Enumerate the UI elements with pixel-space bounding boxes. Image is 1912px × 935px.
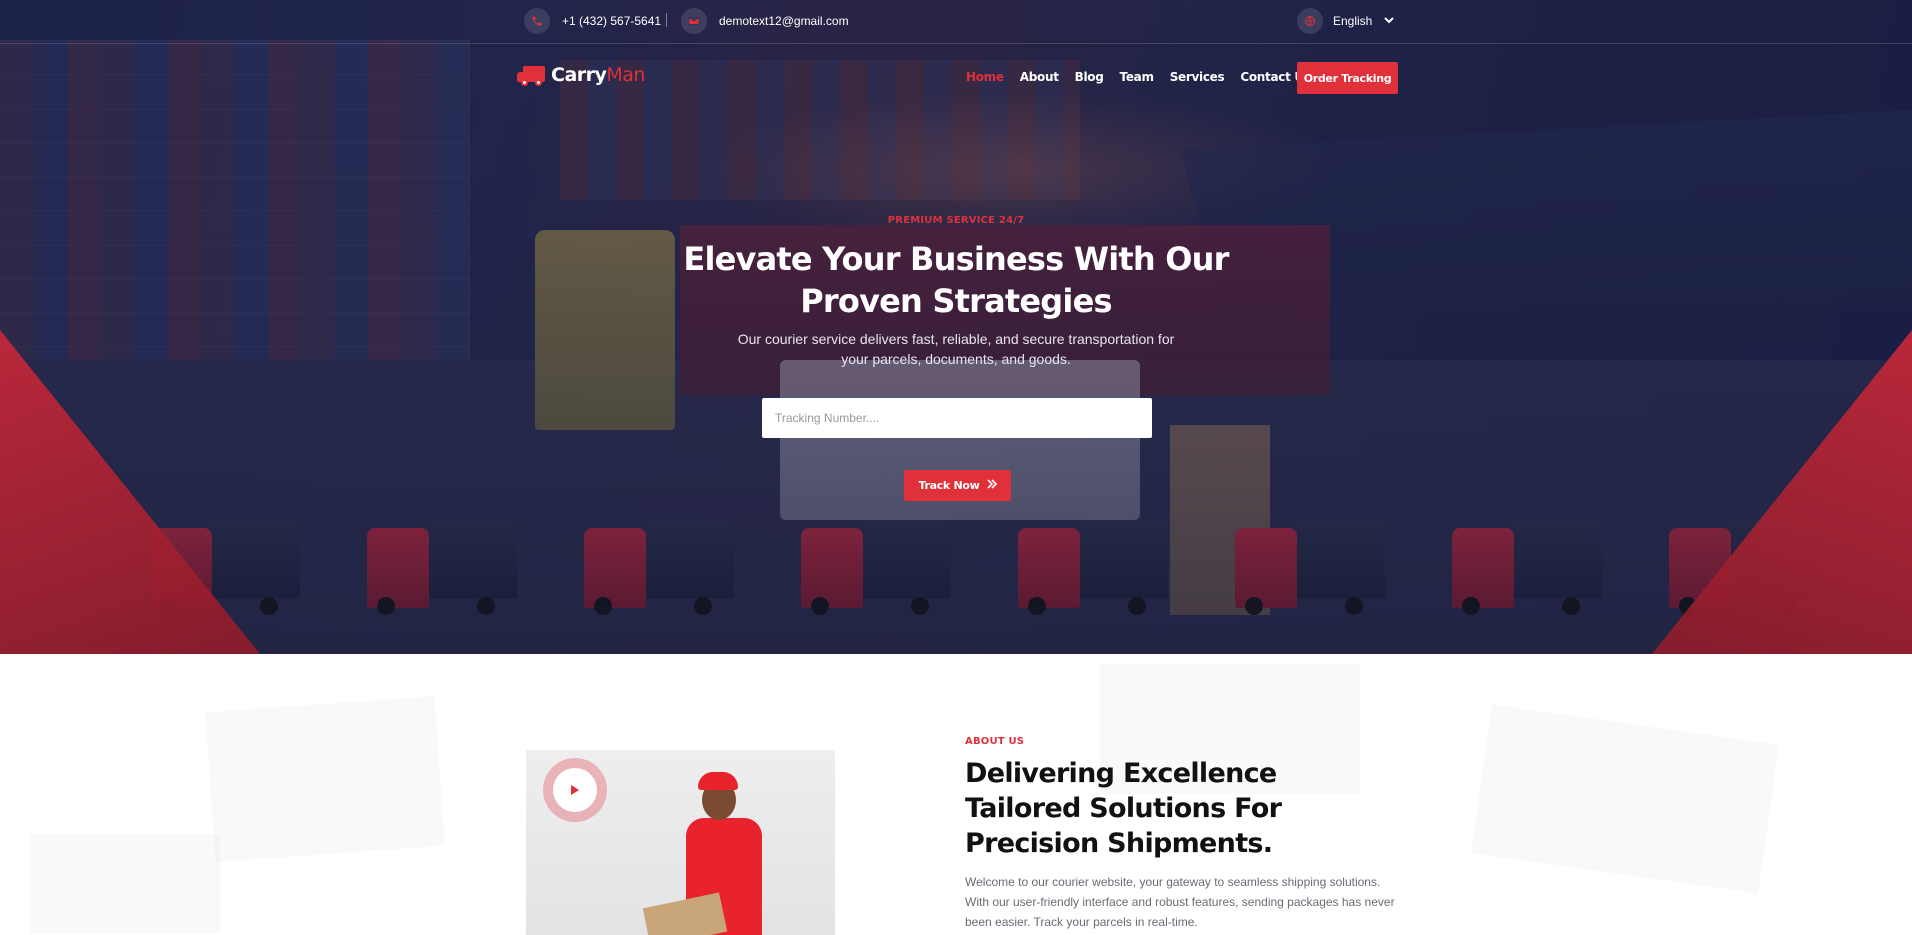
about-section bbox=[0, 654, 1912, 935]
contact-divider bbox=[666, 13, 667, 27]
email-contact[interactable]: demotext12@gmail.com bbox=[681, 8, 849, 34]
nav-about[interactable]: About bbox=[1020, 70, 1059, 84]
about-eyebrow: ABOUT US bbox=[965, 736, 1025, 747]
about-title: Delivering Excellence Tailored Solutions… bbox=[965, 758, 1282, 859]
hero-description: Our courier service delivers fast, relia… bbox=[737, 331, 1175, 367]
hero-eyebrow: PREMIUM SERVICE 24/7 bbox=[887, 215, 1025, 226]
about-description: Welcome to our courier website, your gat… bbox=[965, 875, 1395, 929]
courier-image bbox=[526, 750, 835, 935]
background-ghost-box bbox=[1471, 705, 1779, 894]
hero-dark-overlay bbox=[0, 0, 1912, 654]
site-logo[interactable]: CarryMan bbox=[517, 64, 645, 86]
nav-team[interactable]: Team bbox=[1120, 70, 1154, 84]
envelope-icon bbox=[681, 8, 707, 34]
main-navigation: Home About Blog Team Services Contact Us bbox=[966, 70, 1311, 84]
nav-blog[interactable]: Blog bbox=[1075, 70, 1104, 84]
nav-home[interactable]: Home bbox=[966, 70, 1004, 84]
language-label[interactable]: English bbox=[1333, 14, 1372, 28]
logo-text-carry: Carry bbox=[551, 64, 607, 86]
track-now-button[interactable]: Track Now bbox=[904, 470, 1011, 501]
logo-text: CarryMan bbox=[551, 64, 645, 86]
top-contact-bar: +1 (432) 567-5641 demotext12@gmail.com E… bbox=[0, 0, 1912, 44]
double-chevron-right-icon bbox=[986, 479, 997, 492]
phone-icon bbox=[524, 8, 550, 34]
truck-logo-icon bbox=[517, 64, 547, 86]
phone-contact[interactable]: +1 (432) 567-5641 bbox=[524, 8, 661, 34]
tracking-number-input[interactable] bbox=[762, 398, 1152, 438]
nav-services[interactable]: Services bbox=[1170, 70, 1225, 84]
play-icon[interactable] bbox=[553, 768, 597, 812]
background-ghost-box bbox=[30, 834, 220, 934]
email-address[interactable]: demotext12@gmail.com bbox=[719, 14, 849, 28]
track-now-label: Track Now bbox=[918, 479, 980, 492]
chevron-down-icon[interactable] bbox=[1384, 16, 1395, 27]
courier-cap bbox=[698, 772, 738, 790]
order-tracking-button[interactable]: Order Tracking bbox=[1297, 62, 1398, 94]
hero-title: Elevate Your Business With Our Proven St… bbox=[683, 240, 1229, 320]
background-ghost-box bbox=[205, 696, 445, 862]
logo-text-man: Man bbox=[606, 64, 645, 86]
globe-icon bbox=[1297, 8, 1323, 34]
video-play-button[interactable] bbox=[543, 758, 607, 822]
hero-section: +1 (432) 567-5641 demotext12@gmail.com E… bbox=[0, 0, 1912, 654]
courier-parcel bbox=[642, 892, 728, 935]
phone-number[interactable]: +1 (432) 567-5641 bbox=[562, 14, 661, 28]
language-selector[interactable]: English bbox=[1297, 8, 1395, 34]
